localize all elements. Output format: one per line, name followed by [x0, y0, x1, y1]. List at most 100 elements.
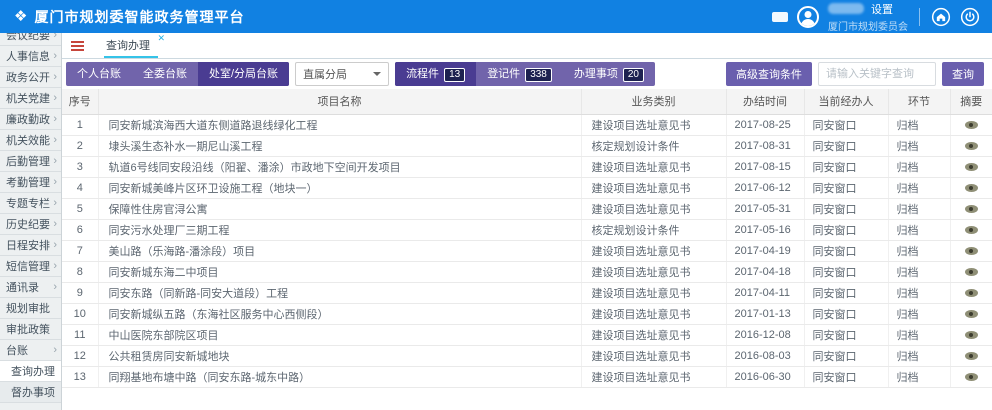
- count-filter-label: 登记件: [487, 68, 520, 80]
- branch-dropdown[interactable]: 直属分局: [295, 62, 389, 86]
- view-summary-eye-icon[interactable]: [965, 331, 978, 339]
- cell-serial: 9: [62, 282, 98, 303]
- view-summary-eye-icon[interactable]: [965, 373, 978, 381]
- cell-stage: 归档: [888, 135, 950, 156]
- count-filter-button[interactable]: 登记件 338: [476, 62, 563, 86]
- cell-current-handler: 同安窗口: [804, 156, 888, 177]
- home-icon[interactable]: [931, 7, 951, 27]
- keyword-search-input[interactable]: [818, 62, 936, 86]
- cell-project-name: 同安新城滨海西大道东侧道路退线绿化工程: [98, 114, 581, 135]
- sidebar-item[interactable]: 台账 ›: [0, 340, 61, 361]
- view-summary-eye-icon[interactable]: [965, 163, 978, 171]
- chevron-right-icon: ›: [53, 134, 57, 146]
- chevron-right-icon: ›: [53, 197, 57, 209]
- chevron-right-icon: ›: [53, 113, 57, 125]
- header-divider: [919, 8, 920, 26]
- cell-serial: 13: [62, 366, 98, 387]
- view-summary-eye-icon[interactable]: [965, 352, 978, 360]
- view-summary-eye-icon[interactable]: [965, 184, 978, 192]
- sidebar-item[interactable]: 督办事项: [0, 382, 61, 403]
- table-row: 3 轨道6号线同安段沿线（阳翟、潘涂）市政地下空间开发项目 建设项目选址意见书 …: [62, 156, 992, 177]
- advanced-query-button[interactable]: 高级查询条件: [726, 62, 812, 86]
- cell-serial: 1: [62, 114, 98, 135]
- count-filter-button[interactable]: 办理事项20: [563, 62, 655, 86]
- cell-completion-date: 2017-04-18: [726, 261, 804, 282]
- cell-summary: [950, 240, 992, 261]
- sidebar-item[interactable]: 后勤管理 ›: [0, 151, 61, 172]
- header-actions: 设置 厦门市规划委员会: [772, 1, 980, 33]
- cell-summary: [950, 261, 992, 282]
- cell-project-name: 同翔基地布塘中路（同安东路-城东中路）: [98, 366, 581, 387]
- cell-project-name: 同安污水处理厂三期工程: [98, 219, 581, 240]
- sidebar-item[interactable]: 机关党建 ›: [0, 88, 61, 109]
- ledger-tab[interactable]: 全委台账: [132, 62, 198, 86]
- cell-business-category: 建设项目选址意见书: [581, 177, 726, 198]
- cell-stage: 归档: [888, 324, 950, 345]
- view-summary-eye-icon[interactable]: [965, 310, 978, 318]
- cell-business-category: 建设项目选址意见书: [581, 114, 726, 135]
- tab-close-icon[interactable]: ✕: [157, 33, 165, 44]
- sidebar-item[interactable]: 政务公开 ›: [0, 67, 61, 88]
- sidebar-item[interactable]: 考勤管理 ›: [0, 172, 61, 193]
- sidebar-item[interactable]: 历史纪要 ›: [0, 214, 61, 235]
- column-header: 项目名称: [98, 89, 581, 114]
- column-header: 业务类别: [581, 89, 726, 114]
- sidebar-item-label: 后勤管理: [6, 153, 53, 169]
- branch-dropdown-value: 直属分局: [303, 66, 347, 82]
- ledger-tab[interactable]: 个人台账: [66, 62, 132, 86]
- view-summary-eye-icon[interactable]: [965, 205, 978, 213]
- table-row: 2 埭头溪生态补水一期尼山溪工程 核定规划设计条件 2017-08-31 同安窗…: [62, 135, 992, 156]
- cell-completion-date: 2016-12-08: [726, 324, 804, 345]
- cell-stage: 归档: [888, 303, 950, 324]
- view-summary-eye-icon[interactable]: [965, 226, 978, 234]
- tab-list-icon[interactable]: [71, 41, 84, 51]
- view-summary-eye-icon[interactable]: [965, 289, 978, 297]
- view-summary-eye-icon[interactable]: [965, 268, 978, 276]
- view-summary-eye-icon[interactable]: [965, 121, 978, 129]
- cell-business-category: 建设项目选址意见书: [581, 303, 726, 324]
- ledger-tab-group: 个人台账全委台账处室/分局台账: [66, 62, 289, 86]
- sidebar-item[interactable]: 机关效能 ›: [0, 130, 61, 151]
- cell-summary: [950, 366, 992, 387]
- count-filter-button[interactable]: 流程件13: [395, 62, 476, 86]
- ledger-tab[interactable]: 处室/分局台账: [198, 62, 289, 86]
- count-badge: 338: [525, 68, 552, 82]
- cell-business-category: 建设项目选址意见书: [581, 198, 726, 219]
- table-container: 序号项目名称业务类别办结时间当前经办人环节摘要 1 同安新城滨海西大道东侧道路退…: [62, 89, 992, 410]
- tab-label: 查询办理: [106, 37, 150, 53]
- sidebar-item-label: 查询办理: [11, 363, 57, 379]
- sidebar-item[interactable]: 日程安排 ›: [0, 235, 61, 256]
- sidebar-item[interactable]: 廉政勤政 ›: [0, 109, 61, 130]
- cell-stage: 归档: [888, 114, 950, 135]
- power-icon[interactable]: [960, 7, 980, 27]
- cell-project-name: 同安新城纵五路（东海社区服务中心西侧段）: [98, 303, 581, 324]
- chevron-right-icon: ›: [53, 50, 57, 62]
- sidebar-item-label: 政务公开: [6, 69, 53, 85]
- sidebar-item[interactable]: 人事信息 ›: [0, 46, 61, 67]
- view-summary-eye-icon[interactable]: [965, 247, 978, 255]
- cell-current-handler: 同安窗口: [804, 261, 888, 282]
- sidebar-item-label: 廉政勤政: [6, 111, 53, 127]
- view-summary-eye-icon[interactable]: [965, 142, 978, 150]
- cell-business-category: 建设项目选址意见书: [581, 324, 726, 345]
- cell-summary: [950, 345, 992, 366]
- sidebar-item[interactable]: 规划审批: [0, 298, 61, 319]
- sidebar-item[interactable]: 专题专栏 ›: [0, 193, 61, 214]
- sidebar-item[interactable]: 会议纪要 ›: [0, 33, 61, 46]
- cell-serial: 10: [62, 303, 98, 324]
- sidebar-item[interactable]: 通讯录 ›: [0, 277, 61, 298]
- cell-completion-date: 2017-04-19: [726, 240, 804, 261]
- message-icon[interactable]: [772, 12, 788, 22]
- sidebar-item[interactable]: 短信管理 ›: [0, 256, 61, 277]
- cell-current-handler: 同安窗口: [804, 219, 888, 240]
- settings-link[interactable]: 设置: [871, 1, 893, 17]
- sidebar-item[interactable]: 查询办理: [0, 361, 61, 382]
- table-row: 7 美山路（乐海路-潘涂段）项目 建设项目选址意见书 2017-04-19 同安…: [62, 240, 992, 261]
- tab-query-handling[interactable]: 查询办理 ✕: [104, 33, 158, 58]
- table-header-row: 序号项目名称业务类别办结时间当前经办人环节摘要: [62, 89, 992, 114]
- cell-completion-date: 2017-06-12: [726, 177, 804, 198]
- cell-current-handler: 同安窗口: [804, 177, 888, 198]
- query-button[interactable]: 查询: [942, 62, 984, 86]
- sidebar-item[interactable]: 审批政策: [0, 319, 61, 340]
- user-avatar[interactable]: [797, 6, 819, 28]
